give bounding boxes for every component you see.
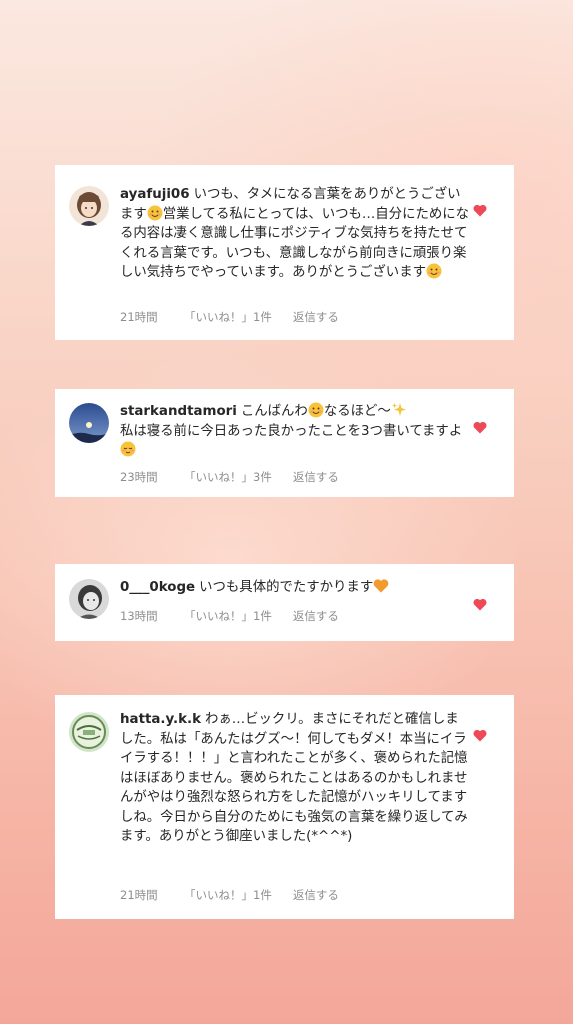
comment-text: いつも具体的でたすかります [199, 580, 374, 595]
comment-meta: 21時間 「いいね！」1件 返信する [120, 887, 339, 903]
comment-text: こんばんわ [240, 404, 308, 419]
comment-card: starkandtamori こんばんわ なるほど〜私は寝る前に今日あった良かったこ… [55, 389, 514, 497]
heart-icon[interactable] [473, 596, 487, 611]
comment-body: hatta.y.k.k わぁ…ビックリ。まさにそれだと確信しました。私は「あんたは… [120, 710, 470, 847]
heart-icon[interactable] [473, 419, 487, 434]
comment-username[interactable]: 0___0koge [120, 580, 195, 595]
comment-meta: 21時間 「いいね！」1件 返信する [120, 309, 339, 325]
reply-button[interactable]: 返信する [293, 309, 339, 325]
comment-card: ayafuji06 いつも、タメになる言葉をありがとうございます 営業してる私にとっ… [55, 165, 514, 340]
sparkles-emoji-icon [391, 402, 407, 418]
comment-likes-link[interactable]: 「いいね！」1件 [184, 887, 272, 903]
comment-username[interactable]: starkandtamori [120, 404, 237, 419]
comment-card: hatta.y.k.k わぁ…ビックリ。まさにそれだと確信しました。私は「あんたは… [55, 695, 514, 919]
comment-time: 13時間 [120, 609, 158, 623]
comment-username[interactable]: hatta.y.k.k [120, 712, 201, 727]
reply-button[interactable]: 返信する [293, 469, 339, 485]
comment-likes-link[interactable]: 「いいね！」1件 [184, 309, 272, 325]
relieved-face-emoji-icon [120, 441, 136, 457]
comment-text: なるほど〜 [323, 404, 391, 419]
comment-time: 21時間 [120, 888, 158, 902]
comment-text: わぁ…ビックリ。まさにそれだと確信しました。私は「あんたはグズ〜！何してもダメ！… [120, 712, 468, 844]
avatar[interactable] [69, 403, 109, 443]
comment-body: 0___0koge いつも具体的でたすかります [120, 578, 470, 598]
smiling-face-emoji-icon [426, 263, 442, 279]
avatar[interactable] [69, 186, 109, 226]
smiling-face-emoji-icon [147, 205, 163, 221]
smiling-face-emoji-icon [308, 402, 324, 418]
reply-button[interactable]: 返信する [293, 887, 339, 903]
comment-time: 21時間 [120, 310, 158, 324]
comment-username[interactable]: ayafuji06 [120, 187, 190, 202]
comment-body: starkandtamori こんばんわ なるほど〜私は寝る前に今日あった良かったこ… [120, 402, 470, 461]
comment-text: 私は寝る前に今日あった良かったことを3つ書いてますよ [120, 423, 463, 439]
avatar[interactable] [69, 712, 109, 752]
comment-meta: 13時間 「いいね！」1件 返信する [120, 608, 339, 624]
comment-body: ayafuji06 いつも、タメになる言葉をありがとうございます 営業してる私にとっ… [120, 185, 470, 283]
orange-heart-emoji-icon [373, 578, 389, 594]
comment-likes-link[interactable]: 「いいね！」1件 [184, 608, 272, 624]
comment-likes-link[interactable]: 「いいね！」3件 [184, 469, 272, 485]
heart-icon[interactable] [473, 202, 487, 217]
comment-card: 0___0koge いつも具体的でたすかります 13時間 「いいね！」1件 返信す… [55, 564, 514, 641]
comment-time: 23時間 [120, 470, 158, 484]
heart-icon[interactable] [473, 727, 487, 742]
comment-meta: 23時間 「いいね！」3件 返信する [120, 469, 339, 485]
avatar[interactable] [69, 579, 109, 619]
reply-button[interactable]: 返信する [293, 608, 339, 624]
